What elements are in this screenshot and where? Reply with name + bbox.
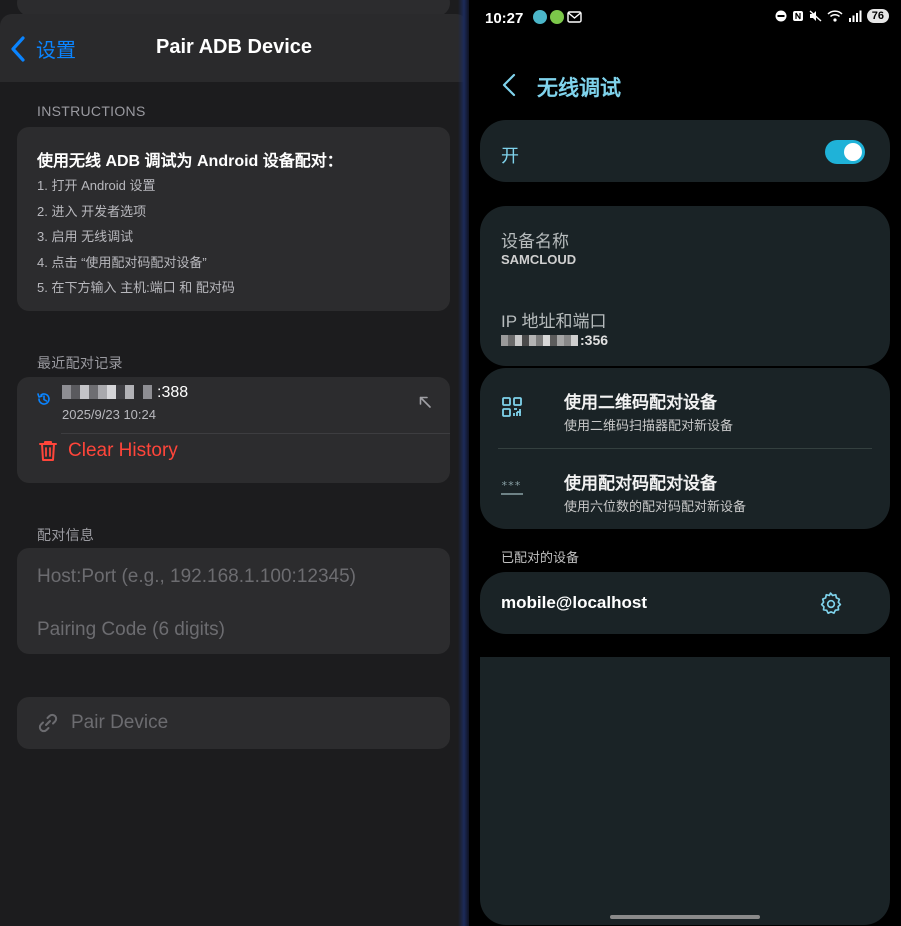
wireless-debugging-toggle-row[interactable]: 开 [480, 120, 890, 182]
host-port-input[interactable]: Host:Port (e.g., 192.168.1.100:12345) [37, 566, 356, 588]
history-card: :388 2025/9/23 10:24 Clear History [17, 377, 450, 483]
instructions-card: 使用无线 ADB 调试为 Android 设备配对： 1. 打开 Android… [17, 127, 450, 311]
home-indicator[interactable] [610, 915, 760, 919]
instruction-step: 1. 打开 Android 设置 [37, 178, 156, 193]
switch-knob [844, 143, 862, 161]
history-item[interactable]: :388 2025/9/23 10:24 [17, 377, 450, 425]
clear-history-button[interactable]: Clear History [37, 439, 178, 463]
page-title: 无线调试 [537, 77, 621, 100]
divider [498, 448, 872, 449]
notification-icons [533, 10, 582, 24]
arrow-up-left-icon[interactable] [418, 395, 432, 409]
dnd-icon [775, 10, 787, 22]
pairing-info-section-label: 配对信息 [37, 527, 95, 543]
qr-code-icon [502, 397, 522, 417]
mute-icon [809, 10, 822, 22]
paired-devices-section-label: 已配对的设备 [501, 550, 580, 565]
system-status-icons: 76 [775, 9, 889, 23]
clear-history-label: Clear History [68, 440, 178, 461]
status-time: 10:27 [485, 10, 524, 27]
navigation-bar: 设置 Pair ADB Device [0, 14, 468, 82]
toggle-label: 开 [501, 146, 519, 166]
gear-icon[interactable] [818, 591, 843, 616]
svg-text:***: *** [501, 479, 521, 492]
app-notification-icon [533, 10, 547, 24]
code-option-subtitle: 使用六位数的配对码配对新设备 [564, 499, 747, 514]
instruction-step: 3. 启用 无线调试 [37, 229, 134, 244]
history-clock-icon [37, 393, 50, 405]
device-name-label: 设备名称 [501, 232, 569, 251]
signal-icon [848, 10, 862, 22]
pair-device-label: Pair Device [71, 712, 169, 733]
instruction-step: 4. 点击 “使用配对码配对设备” [37, 255, 207, 270]
qr-option-subtitle: 使用二维码扫描器配对新设备 [564, 418, 734, 433]
back-arrow-icon[interactable] [501, 72, 517, 98]
history-date: 2025/9/23 10:24 [62, 407, 156, 422]
trash-icon [39, 441, 57, 461]
ip-port-label: IP 地址和端口 [501, 312, 607, 331]
ios-pair-screen: 设置 Pair ADB Device INSTRUCTIONS 使用无线 ADB… [0, 0, 468, 926]
redacted-host-mosaic [62, 385, 152, 399]
pair-device-button[interactable]: Pair Device [17, 697, 450, 749]
page-title: Pair ADB Device [156, 36, 312, 58]
code-option-title: 使用配对码配对设备 [564, 474, 717, 493]
redacted-ip-mosaic [501, 335, 578, 346]
divider [61, 433, 450, 434]
instruction-step: 2. 进入 开发者选项 [37, 204, 147, 219]
wireless-debugging-switch[interactable] [825, 140, 865, 164]
pairing-code-input[interactable]: Pairing Code (6 digits) [37, 619, 225, 641]
instructions-section-label: INSTRUCTIONS [37, 103, 146, 119]
link-icon [38, 713, 58, 733]
battery-level: 76 [866, 9, 889, 23]
nfc-icon [792, 11, 803, 21]
pairing-info-card: Host:Port (e.g., 192.168.1.100:12345) Pa… [17, 548, 450, 654]
empty-panel [480, 657, 890, 925]
history-section-label: 最近配对记录 [37, 355, 123, 371]
instruction-step: 5. 在下方输入 主机:端口 和 配对码 [37, 280, 235, 295]
history-host-port: :388 [157, 384, 189, 401]
instructions-title: 使用无线 ADB 调试为 Android 设备配对： [37, 153, 343, 170]
wifi-icon [827, 10, 843, 22]
android-wireless-debugging-screen: 10:27 76 无线调试 开 设备名称 SAMCLOUD IP 地址和端口 :… [469, 0, 901, 926]
device-name-value: SAMCLOUD [501, 252, 577, 267]
qr-option-title: 使用二维码配对设备 [564, 393, 717, 412]
ip-port-value: :356 [580, 332, 609, 348]
password-dots-icon: *** [501, 479, 523, 495]
app-notification-icon [550, 10, 564, 24]
paired-device-name: mobile@localhost [501, 593, 647, 612]
mail-icon [567, 11, 582, 23]
